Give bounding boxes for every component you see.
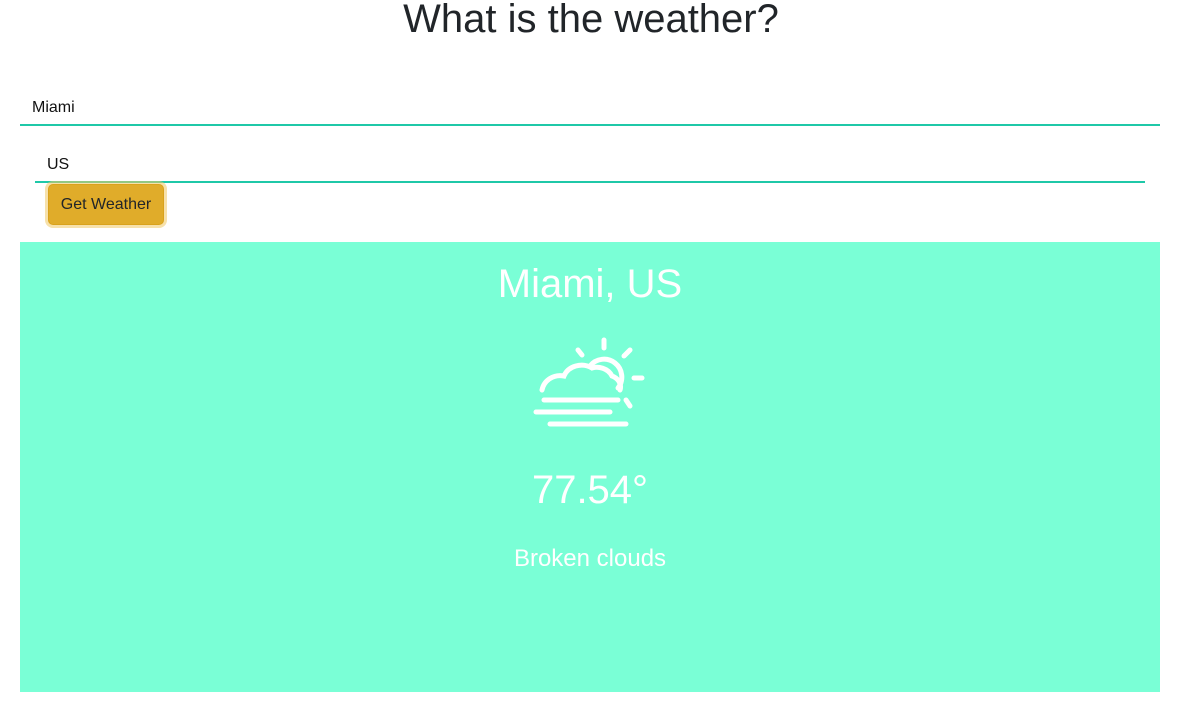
get-weather-button[interactable]: Get Weather bbox=[48, 184, 164, 225]
page-title: What is the weather? bbox=[403, 0, 779, 41]
country-input[interactable] bbox=[35, 149, 1145, 183]
location-title: Miami, US bbox=[497, 262, 683, 306]
city-input[interactable] bbox=[20, 92, 1160, 126]
weather-description: Broken clouds bbox=[513, 545, 667, 572]
partly-cloudy-fog-icon bbox=[533, 337, 645, 427]
weather-card: Miami, US 77.54° Broken clouds bbox=[20, 242, 1160, 692]
weather-app: What is the weather? Get Weather Miami, … bbox=[0, 0, 1182, 707]
temperature-value: 77.54° bbox=[531, 468, 649, 512]
